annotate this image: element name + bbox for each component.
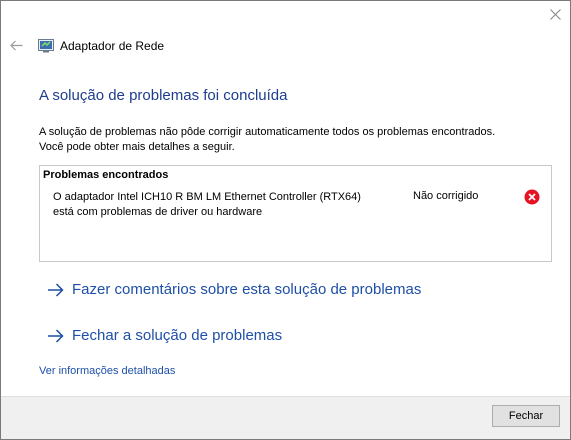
window-header-title: Adaptador de Rede: [60, 39, 165, 53]
feedback-link-label: Fazer comentários sobre esta solução de …: [72, 281, 422, 298]
problem-description-line1: O adaptador Intel ICH10 R BM LM Ethernet…: [53, 191, 361, 203]
troubleshooter-window: Adaptador de Rede A solução de problemas…: [0, 0, 571, 440]
back-button[interactable]: [8, 37, 24, 53]
problems-found-panel: Problemas encontrados O adaptador Intel …: [39, 165, 552, 262]
arrow-right-icon: [48, 328, 64, 343]
network-adapter-icon: [38, 39, 54, 53]
problems-found-heading: Problemas encontrados: [43, 169, 169, 181]
close-button[interactable]: Fechar: [492, 405, 560, 427]
problem-description: O adaptador Intel ICH10 R BM LM Ethernet…: [53, 190, 403, 220]
result-description-line1: A solução de problemas não pôde corrigir…: [39, 126, 496, 138]
problem-description-line2: está com problemas de driver ou hardware: [53, 206, 263, 218]
close-window-button[interactable]: [546, 5, 564, 23]
footer-bar: Fechar: [1, 396, 570, 439]
result-description-line2: Você pode obter mais detalhes a seguir.: [39, 141, 235, 153]
close-icon: [549, 8, 561, 20]
view-details-link[interactable]: Ver informações detalhadas: [39, 365, 175, 377]
window-header: Adaptador de Rede: [38, 37, 164, 55]
page-title: A solução de problemas foi concluída: [39, 87, 288, 104]
result-description: A solução de problemas não pôde corrigir…: [39, 125, 549, 155]
close-troubleshooter-link[interactable]: Fechar a solução de problemas: [47, 327, 282, 344]
arrow-right-icon: [48, 282, 64, 297]
close-troubleshooter-link-label: Fechar a solução de problemas: [72, 327, 283, 344]
feedback-link[interactable]: Fazer comentários sobre esta solução de …: [47, 281, 421, 298]
back-arrow-icon: [9, 40, 22, 50]
problem-status: Não corrigido: [413, 190, 479, 202]
error-icon: [524, 189, 540, 205]
